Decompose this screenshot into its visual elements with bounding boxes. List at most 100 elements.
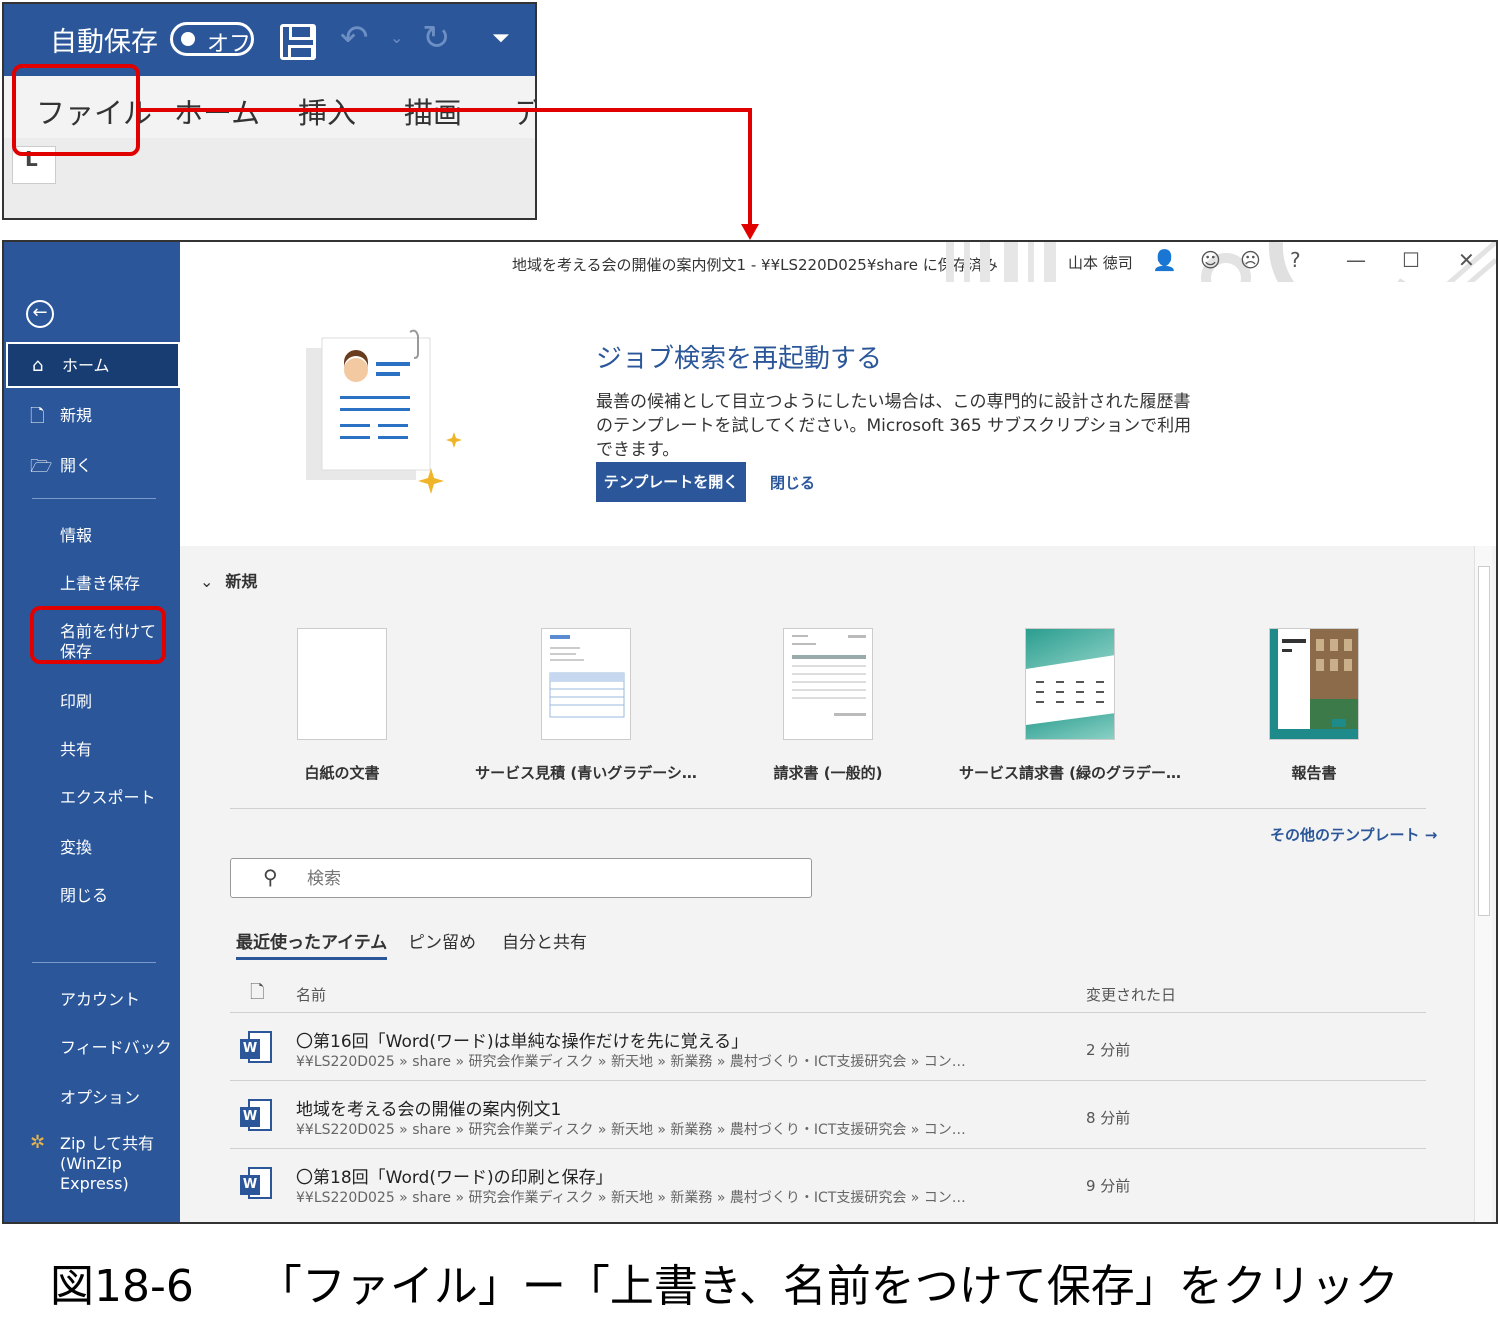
customize-toolbar-icon[interactable]: ⏷ <box>492 26 510 51</box>
sidebar-item-options[interactable]: オプション <box>4 1084 180 1114</box>
new-section-header[interactable]: ⌄ 新規 <box>200 568 257 592</box>
template-name: 白紙の文書 <box>304 764 380 782</box>
promo-banner: ジョブ検索を再起動する 最善の候補として目立つようにしたい場合は、この専門的に設… <box>180 282 1496 546</box>
backstage-window: ← ⌂ ホーム 🗋 新規 🗁 開く 情報 上書き保存 名前を付けて保存 印刷 共… <box>2 240 1498 1224</box>
banner-body: 最善の候補として目立つようにしたい場合は、この専門的に設計された履歴書のテンプレ… <box>596 392 1192 460</box>
file-name: 地域を考える会の開催の案内例文1 <box>296 1100 562 1120</box>
close-icon[interactable]: ✕ <box>1458 248 1475 272</box>
file-modified: 8 分前 <box>1086 1109 1131 1127</box>
table-row[interactable]: W 地域を考える会の開催の案内例文1 ¥¥LS220D025 » share »… <box>230 1080 1426 1148</box>
sidebar-item-print[interactable]: 印刷 <box>4 688 180 718</box>
column-name-header[interactable]: 名前 <box>296 984 326 1005</box>
sidebar-item-label: 共有 <box>60 740 93 759</box>
sidebar-item-share[interactable]: 共有 <box>4 736 180 766</box>
more-templates-link[interactable]: その他のテンプレート → <box>1270 824 1437 845</box>
user-name[interactable]: 山本 徳司 <box>1068 252 1133 273</box>
resume-illustration <box>300 328 480 498</box>
sidebar-item-account[interactable]: アカウント <box>4 986 180 1016</box>
file-name: 〇第16回「Word(ワード)は単純な操作だけを先に覚える」 <box>296 1032 749 1052</box>
home-icon: ⌂ <box>32 355 44 376</box>
chevron-down-icon: ⌄ <box>200 572 214 591</box>
back-arrow-icon[interactable]: ← <box>26 300 54 328</box>
tab-shared-with-me[interactable]: 自分と共有 <box>502 928 587 953</box>
template-report[interactable]: 報告書 <box>1194 628 1434 783</box>
word-document-icon: W <box>240 1031 274 1065</box>
figure-number: 図18-6 <box>50 1261 194 1312</box>
sidebar-item-label: 情報 <box>60 526 93 545</box>
sidebar-item-label: フィードバック <box>60 1038 172 1057</box>
template-thumbnail <box>541 628 631 740</box>
sidebar-item-label: オプション <box>60 1088 141 1107</box>
word-document-icon: W <box>240 1167 274 1201</box>
sidebar-item-save[interactable]: 上書き保存 <box>4 570 180 600</box>
sidebar-item-info[interactable]: 情報 <box>4 522 180 552</box>
help-icon[interactable]: ? <box>1290 248 1301 272</box>
template-blank[interactable]: 白紙の文書 <box>222 628 462 783</box>
title-bar: 地域を考える会の開催の案内例文1 - ¥¥LS220D025¥share に保存… <box>180 242 1496 324</box>
tab-pinned[interactable]: ピン留め <box>408 928 476 953</box>
template-name: 請求書 (一般的) <box>773 764 883 782</box>
sidebar-item-transform[interactable]: 変換 <box>4 834 180 864</box>
toggle-label: オフ <box>207 32 252 57</box>
file-path: ¥¥LS220D025 » share » 研究会作業ディスク » 新天地 » … <box>296 1122 966 1138</box>
sidebar-item-feedback[interactable]: フィードバック <box>4 1034 180 1064</box>
search-icon: ⚲ <box>263 865 278 889</box>
sidebar-item-label: アカウント <box>60 990 141 1009</box>
minimize-icon[interactable]: — <box>1346 248 1366 272</box>
template-service-invoice-green[interactable]: サービス請求書 (緑のグラデー… <box>950 628 1190 783</box>
autosave-toggle[interactable]: オフ <box>170 22 254 57</box>
table-row[interactable]: W 〇第16回「Word(ワード)は単純な操作だけを先に覚える」 ¥¥LS220… <box>230 1012 1426 1080</box>
tab-recent[interactable]: 最近使ったアイテム <box>236 928 388 960</box>
scrollbar-thumb[interactable] <box>1478 566 1490 916</box>
sidebar-item-label: 開く <box>60 456 93 475</box>
template-thumbnail <box>1269 628 1359 740</box>
sidebar-item-label: 閉じる <box>60 886 109 905</box>
banner-close-link[interactable]: 閉じる <box>770 472 815 493</box>
section-divider <box>230 808 1426 809</box>
search-input[interactable] <box>307 867 787 891</box>
connector-line <box>140 108 752 112</box>
open-template-button[interactable]: テンプレートを開く <box>596 462 746 502</box>
backstage-content: 地域を考える会の開催の案内例文1 - ¥¥LS220D025¥share に保存… <box>180 242 1496 1222</box>
figure-caption: 図18-6 「ファイル」ー「上書き、名前をつけて保存」をクリック <box>50 1250 1399 1314</box>
highlight-file-tab <box>12 64 140 156</box>
file-name: 〇第18回「Word(ワード)の印刷と保存」 <box>296 1168 613 1188</box>
table-row[interactable]: W 〇第18回「Word(ワード)の印刷と保存」 ¥¥LS220D025 » s… <box>230 1148 1426 1216</box>
template-name: 報告書 <box>1291 764 1337 782</box>
sidebar-item-label: ホーム <box>62 356 110 375</box>
template-invoice[interactable]: 請求書 (一般的) <box>708 628 948 783</box>
connector-line <box>748 108 752 224</box>
sidebar-item-new[interactable]: 🗋 新規 <box>4 402 180 432</box>
sidebar-item-export[interactable]: エクスポート <box>4 784 180 814</box>
banner-title: ジョブ検索を再起動する <box>596 344 883 374</box>
template-name: サービス請求書 (緑のグラデー… <box>958 764 1182 782</box>
search-field[interactable]: ⚲ <box>230 858 812 898</box>
vertical-scrollbar[interactable] <box>1474 546 1492 1222</box>
chevron-down-icon[interactable]: ⌄ <box>390 28 403 47</box>
figure-text: 「ファイル」ー「上書き、名前をつけて保存」をクリック <box>257 1261 1399 1312</box>
column-date-header[interactable]: 変更された日 <box>1086 984 1176 1005</box>
sidebar-item-open[interactable]: 🗁 開く <box>4 452 180 482</box>
autosave-label: 自動保存 <box>50 27 158 58</box>
sidebar-item-label: 印刷 <box>60 692 93 711</box>
folder-icon: 🗁 <box>30 456 53 477</box>
sidebar-item-label: 上書き保存 <box>60 574 141 593</box>
template-thumbnail <box>783 628 873 740</box>
template-service-quote[interactable]: サービス見積 (青いグラデーシ… <box>466 628 706 783</box>
user-avatar-icon[interactable]: 👤 <box>1152 248 1177 272</box>
highlight-save-as <box>30 606 166 664</box>
document-title: 地域を考える会の開催の案内例文1 - ¥¥LS220D025¥share に保存… <box>512 256 998 274</box>
save-icon[interactable] <box>280 24 316 60</box>
smile-feedback-icon[interactable]: ☺ <box>1200 248 1221 272</box>
frown-feedback-icon[interactable]: ☹ <box>1240 248 1261 272</box>
sidebar-item-close[interactable]: 閉じる <box>4 882 180 912</box>
maximize-icon[interactable]: ☐ <box>1402 248 1420 272</box>
sidebar-item-home[interactable]: ⌂ ホーム <box>6 342 180 388</box>
redo-icon[interactable]: ↻ <box>422 18 451 58</box>
winzip-icon: ✲ <box>30 1132 46 1153</box>
template-thumbnail <box>297 628 387 740</box>
file-type-icon: 🗋 <box>250 982 265 1003</box>
undo-icon[interactable]: ↶ <box>340 18 369 58</box>
sidebar-item-zip-share[interactable]: ✲ Zip して共有 (WinZip Express) <box>4 1130 180 1194</box>
file-path: ¥¥LS220D025 » share » 研究会作業ディスク » 新天地 » … <box>296 1054 966 1070</box>
